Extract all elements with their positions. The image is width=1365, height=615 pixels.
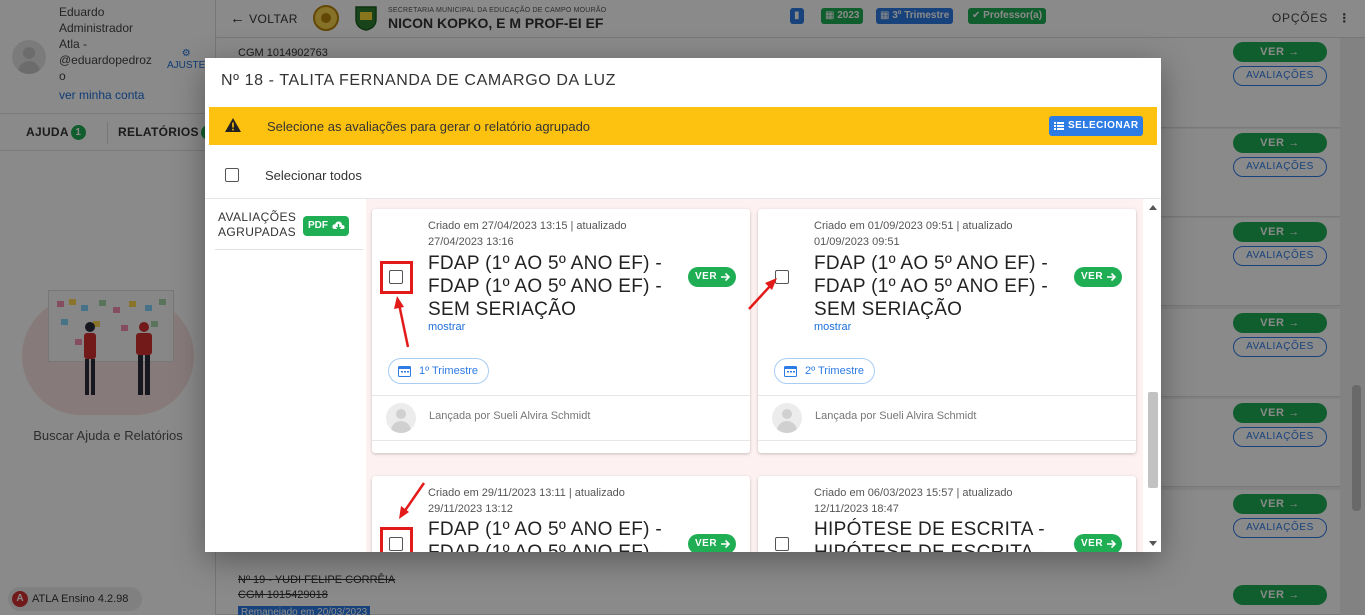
warning-icon xyxy=(225,118,241,132)
cloud-download-icon xyxy=(332,221,345,231)
divider xyxy=(215,249,363,250)
warning-banner: Selecione as avaliações para gerar o rel… xyxy=(209,107,1157,145)
annotation-arrows xyxy=(394,278,777,519)
modal-title: Nº 18 - TALITA FERNANDA DE CAMARGO DA LU… xyxy=(221,72,616,89)
annotation-arrow-3 xyxy=(399,482,426,519)
evaluation-cards-area: Criado em 27/04/2023 13:15 | atualizado … xyxy=(366,199,1143,552)
scroll-up-icon[interactable] xyxy=(1149,205,1157,210)
modal-scrollbar[interactable] xyxy=(1145,199,1161,552)
modal-content: AVALIAÇÕES AGRUPADAS PDF Criado em 27/04… xyxy=(205,199,1161,552)
warning-text: Selecione as avaliações para gerar o rel… xyxy=(267,119,591,134)
select-all-label: Selecionar todos xyxy=(265,168,362,183)
select-all-checkbox[interactable] xyxy=(225,168,239,182)
annotation-arrow-2 xyxy=(748,278,777,310)
evaluations-modal: Nº 18 - TALITA FERNANDA DE CAMARGO DA LU… xyxy=(205,58,1161,552)
scroll-down-icon[interactable] xyxy=(1149,541,1157,546)
grouped-evaluations-label: AVALIAÇÕES AGRUPADAS xyxy=(218,210,302,240)
pdf-download-button[interactable]: PDF xyxy=(303,216,349,236)
modal-scrollbar-thumb[interactable] xyxy=(1148,392,1158,488)
list-icon xyxy=(1054,122,1064,130)
pdf-label: PDF xyxy=(308,220,328,231)
annotation-arrow-1 xyxy=(394,296,410,348)
select-button-label: SELECIONAR xyxy=(1068,120,1139,131)
grouped-label-text: AVALIAÇÕES AGRUPADAS xyxy=(218,210,297,239)
select-button[interactable]: SELECIONAR xyxy=(1049,116,1143,136)
